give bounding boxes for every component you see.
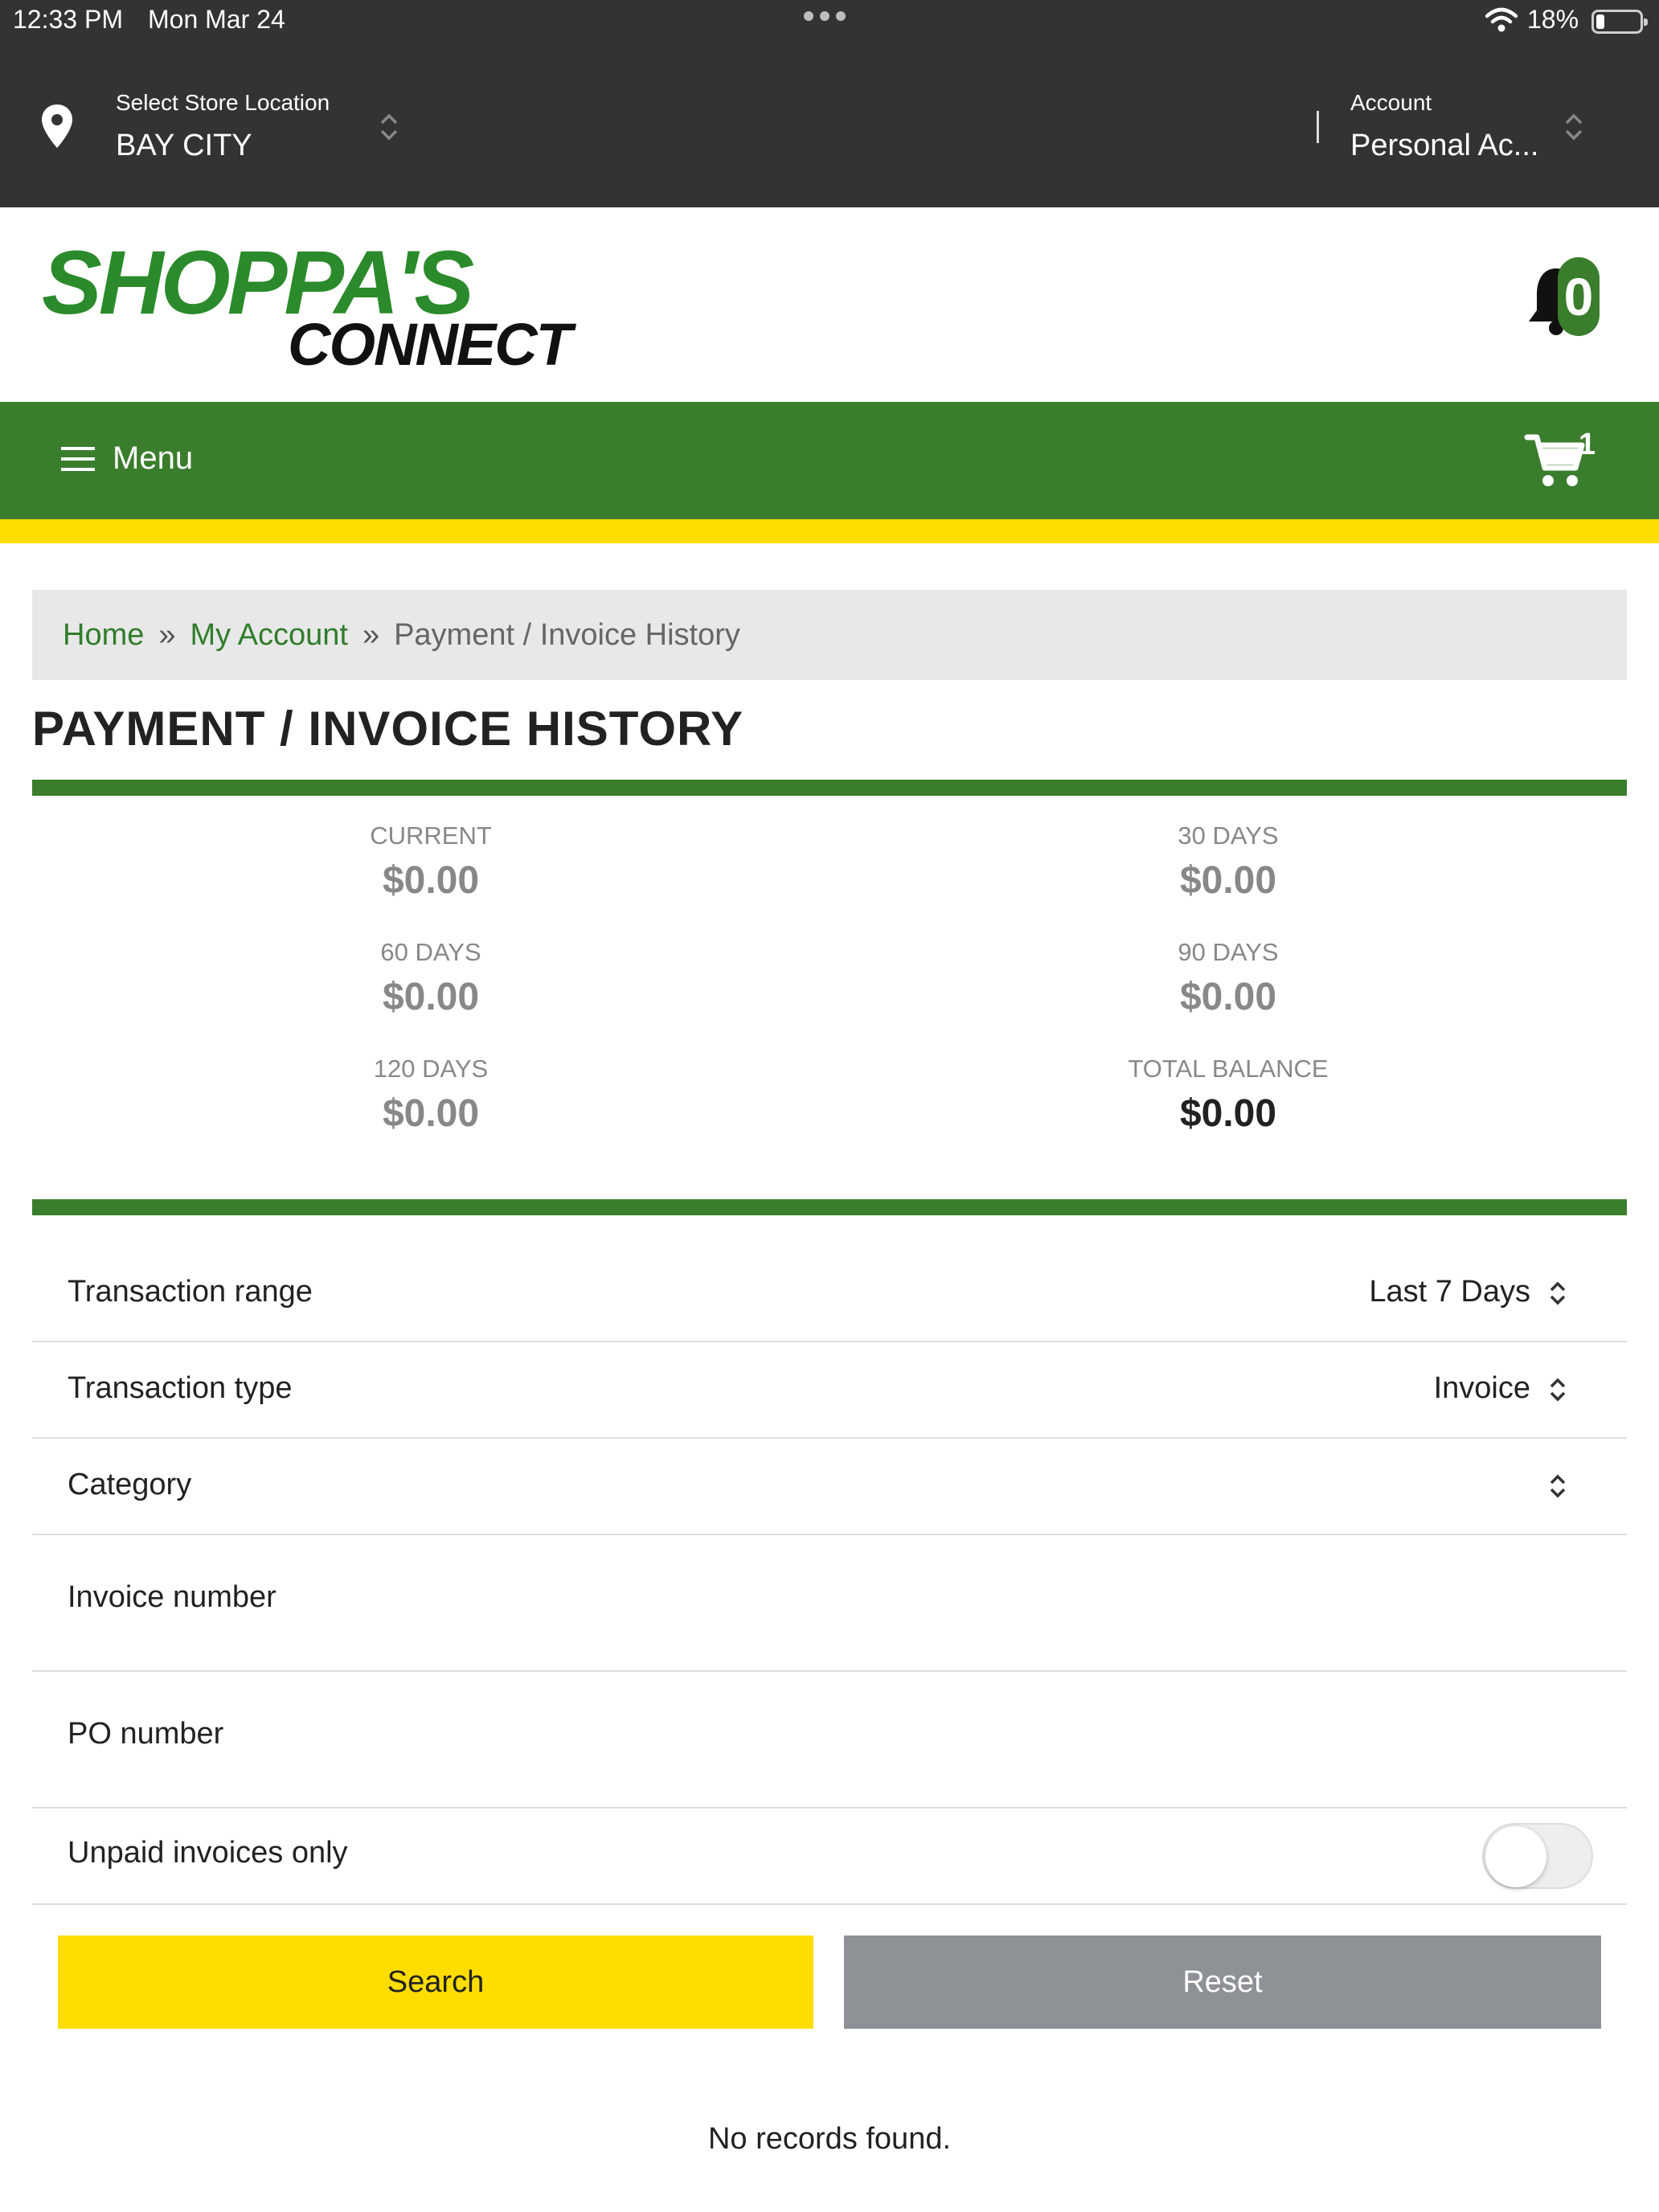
store-selector-value[interactable]: BAY CITY — [116, 129, 252, 163]
breadcrumb-my-account[interactable]: My Account — [190, 618, 348, 652]
location-account-bar: Select Store Location BAY CITY Account P… — [0, 43, 1659, 207]
transaction-range-value[interactable]: Last 7 Days — [1369, 1275, 1530, 1309]
aging-current: CURRENT $0.00 — [230, 821, 632, 903]
wifi-icon — [1485, 7, 1518, 32]
no-records-message: No records found. — [707, 2122, 952, 2156]
logo-text-connect: CONNECT — [288, 311, 572, 378]
transaction-type-select[interactable]: Transaction type Invoice — [32, 1342, 1627, 1439]
main-nav-bar: Menu 1 — [0, 402, 1659, 519]
transaction-type-value[interactable]: Invoice — [1434, 1371, 1530, 1406]
transaction-range-label: Transaction range — [68, 1275, 313, 1309]
aging-label: 30 DAYS — [1178, 821, 1279, 850]
aging-label: 60 DAYS — [380, 938, 481, 966]
unpaid-invoices-label: Unpaid invoices only — [68, 1836, 348, 1870]
battery-icon — [1591, 10, 1648, 34]
invoice-number-field[interactable]: Invoice number — [32, 1535, 1627, 1672]
account-selector-label: Account — [1350, 90, 1432, 115]
cart-count-badge: 1 — [1579, 428, 1596, 461]
account-selector-value[interactable]: Personal Ac... — [1350, 129, 1538, 163]
header-divider — [1317, 111, 1319, 143]
aging-label: 90 DAYS — [1178, 938, 1279, 966]
transaction-range-select[interactable]: Transaction range Last 7 Days — [32, 1246, 1627, 1342]
aging-90-days: 90 DAYS $0.00 — [1027, 938, 1429, 1019]
aging-amount: $0.00 — [382, 976, 480, 1018]
store-selector-label: Select Store Location — [116, 90, 330, 115]
toggle-knob — [1485, 1826, 1546, 1887]
category-select[interactable]: Category — [32, 1439, 1627, 1535]
unpaid-invoices-row: Unpaid invoices only — [32, 1809, 1627, 1905]
summary-bottom-divider — [32, 1199, 1627, 1215]
breadcrumb-home[interactable]: Home — [63, 618, 144, 652]
status-date: Mon Mar 24 — [148, 5, 285, 34]
chevron-up-down-icon[interactable] — [1546, 1374, 1569, 1405]
breadcrumb-separator: » — [362, 618, 380, 652]
aging-total-balance: TOTAL BALANCE $0.00 — [1027, 1055, 1429, 1136]
chevron-up-down-icon[interactable] — [1546, 1471, 1569, 1501]
category-label: Category — [68, 1468, 192, 1501]
unpaid-invoices-toggle[interactable] — [1482, 1823, 1593, 1889]
multitasking-dots-icon[interactable] — [804, 11, 846, 21]
aging-label: CURRENT — [370, 821, 492, 850]
aging-60-days: 60 DAYS $0.00 — [230, 938, 632, 1019]
aging-amount: $0.00 — [382, 859, 480, 902]
aging-30-days: 30 DAYS $0.00 — [1027, 821, 1429, 903]
aging-120-days: 120 DAYS $0.00 — [230, 1055, 632, 1136]
aging-label: 120 DAYS — [373, 1055, 489, 1083]
breadcrumb: Home » My Account » Payment / Invoice Histor… — [32, 590, 1627, 680]
aging-amount: $0.00 — [1179, 859, 1277, 902]
menu-label[interactable]: Menu — [113, 440, 193, 477]
shoppas-connect-logo[interactable]: SHOPPA'S CONNECT — [42, 238, 669, 376]
po-number-field[interactable]: PO number — [32, 1672, 1627, 1809]
po-number-label: PO number — [68, 1717, 224, 1751]
summary-top-divider — [32, 780, 1627, 796]
status-time: 12:33 PM — [13, 5, 123, 34]
location-pin-icon — [42, 104, 72, 148]
page-title: PAYMENT / INVOICE HISTORY — [32, 702, 744, 756]
chevron-up-down-icon[interactable] — [1546, 1278, 1569, 1309]
invoice-number-label: Invoice number — [68, 1580, 276, 1614]
battery-percentage: 18% — [1527, 5, 1579, 34]
notification-count-badge: 0 — [1558, 257, 1600, 336]
breadcrumb-separator: » — [158, 618, 176, 652]
aging-amount: $0.00 — [382, 1092, 480, 1135]
total-balance-amount: $0.00 — [1179, 1092, 1277, 1135]
nav-accent-stripe — [0, 519, 1659, 543]
hamburger-menu-icon[interactable] — [61, 447, 95, 471]
aging-label: TOTAL BALANCE — [1128, 1055, 1329, 1083]
notifications-button[interactable]: 0 — [1524, 256, 1612, 344]
aging-amount: $0.00 — [1179, 976, 1277, 1018]
chevron-up-down-icon[interactable] — [378, 111, 400, 143]
chevron-up-down-icon[interactable] — [1563, 111, 1585, 143]
breadcrumb-current: Payment / Invoice History — [394, 618, 740, 652]
transaction-type-label: Transaction type — [68, 1371, 293, 1405]
status-bar: 12:33 PM Mon Mar 24 18% — [0, 0, 1659, 43]
reset-button[interactable]: Reset — [844, 1936, 1601, 2029]
search-button[interactable]: Search — [58, 1936, 813, 2029]
